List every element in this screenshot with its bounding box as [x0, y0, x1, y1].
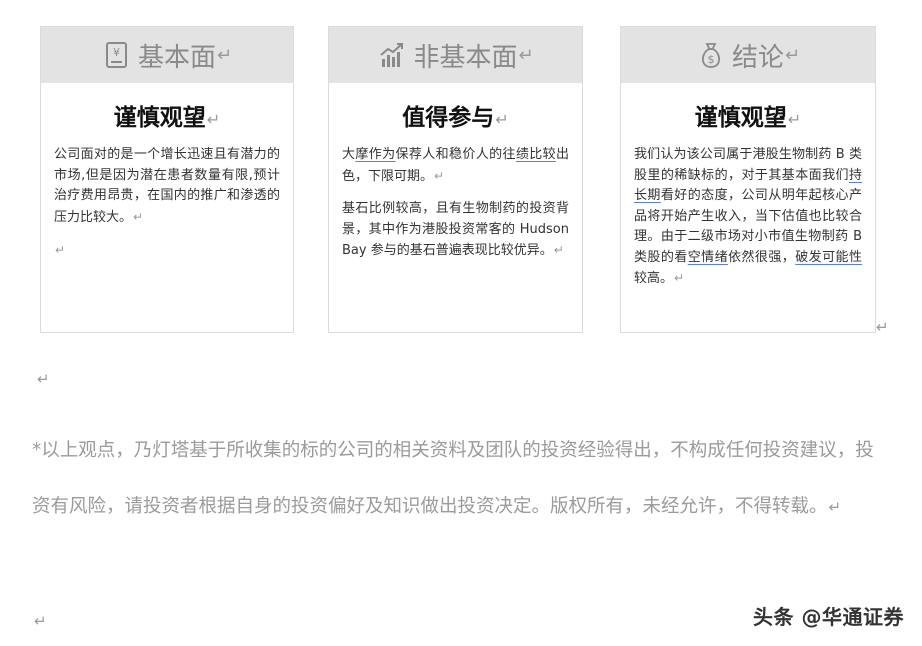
card-title: 值得参与↵	[329, 101, 582, 135]
card-non-fundamentals: 非基本面 ↵ 值得参与↵ 大摩作为保荐人和稳价人的往绩比较出色，下限可期。↵ 基石…	[328, 26, 583, 333]
card-body: 大摩作为保荐人和稳价人的往绩比较出色，下限可期。↵ 基石比例较高，且有生物制药的…	[329, 145, 582, 262]
return-mark: ↵	[553, 243, 564, 257]
return-mark: ↵	[518, 44, 534, 66]
return-mark: ↵	[133, 209, 144, 224]
return-mark: ↵	[495, 110, 509, 129]
return-mark: ↵	[787, 110, 802, 129]
disclaimer-text: *以上观点，乃灯塔基于所收集的标的公司的相关资料及团队的投资经验得出，不构成任何…	[32, 423, 882, 535]
card-header-label: 结论	[731, 42, 784, 73]
return-mark: ↵	[828, 498, 842, 516]
card-paragraph: 基石比例较高，且有生物制药的投资背景，其中作为港股投资常客的 Hudson Ba…	[342, 201, 569, 258]
underlined-text: 空情绪	[687, 249, 729, 265]
card-fundamentals: ¥ 基本面 ↵ 谨慎观望↵ 公司面对的是一个增长迅速且有潜力的市场,但是因为潜在患…	[40, 26, 294, 333]
text-run: 较高。	[634, 271, 674, 286]
svg-text:¥: ¥	[113, 46, 120, 59]
return-mark: ↵	[34, 612, 47, 630]
disclaimer-body: *以上观点，乃灯塔基于所收集的标的公司的相关资料及团队的投资经验得出，不构成任何…	[32, 440, 874, 517]
card-title: 谨慎观望↵	[621, 101, 875, 135]
card-title-text: 谨慎观望	[694, 105, 787, 131]
trend-chart-icon	[377, 40, 407, 70]
underlined-text: 摩作为	[355, 147, 396, 162]
yuan-book-icon: ¥	[102, 40, 132, 70]
return-mark: ↵	[876, 318, 889, 336]
money-bag-icon: $	[696, 40, 726, 70]
card-body: 公司面对的是一个增长迅速且有潜力的市场,但是因为潜在患者数量有限,预计治疗费用昂…	[41, 145, 293, 262]
underlined-text: 绩比较	[515, 147, 556, 162]
card-title: 谨慎观望↵	[41, 101, 293, 135]
underlined-text: 破发可能性	[795, 249, 862, 265]
svg-text:$: $	[707, 53, 714, 66]
card-title-text: 谨慎观望	[113, 105, 206, 131]
return-mark: ↵	[206, 110, 221, 129]
text-run: 保荐人和稳价人的往	[395, 147, 516, 162]
text-run: 依然很强，	[728, 249, 796, 265]
text-run: 大	[342, 147, 356, 162]
return-mark: ↵	[55, 243, 66, 257]
card-header-label: 非基本面	[413, 42, 518, 73]
text-run: 我们认为该公司属于港股生物制药 B 类股里的稀缺标的，对于其基本面我们	[634, 147, 862, 183]
card-header: $ 结论 ↵	[621, 27, 875, 83]
card-header: 非基本面 ↵	[329, 27, 582, 83]
return-mark: ↵	[216, 44, 233, 66]
card-body: 我们认为该公司属于港股生物制药 B 类股里的稀缺标的，对于其基本面我们持长期看好…	[621, 145, 875, 290]
return-mark: ↵	[37, 370, 50, 388]
return-mark: ↵	[784, 44, 801, 66]
card-paragraph: 公司面对的是一个增长迅速且有潜力的市场,但是因为潜在患者数量有限,预计治疗费用昂…	[54, 147, 280, 225]
return-mark: ↵	[434, 168, 445, 183]
card-header-label: 基本面	[137, 42, 216, 73]
return-mark: ↵	[674, 271, 685, 285]
card-title-text: 值得参与	[402, 105, 495, 131]
watermark: 头条 @华通证券	[753, 605, 904, 629]
card-header: ¥ 基本面 ↵	[41, 27, 293, 83]
card-conclusion: $ 结论 ↵ 谨慎观望↵ 我们认为该公司属于港股生物制药 B 类股里的稀缺标的，对…	[620, 26, 876, 333]
